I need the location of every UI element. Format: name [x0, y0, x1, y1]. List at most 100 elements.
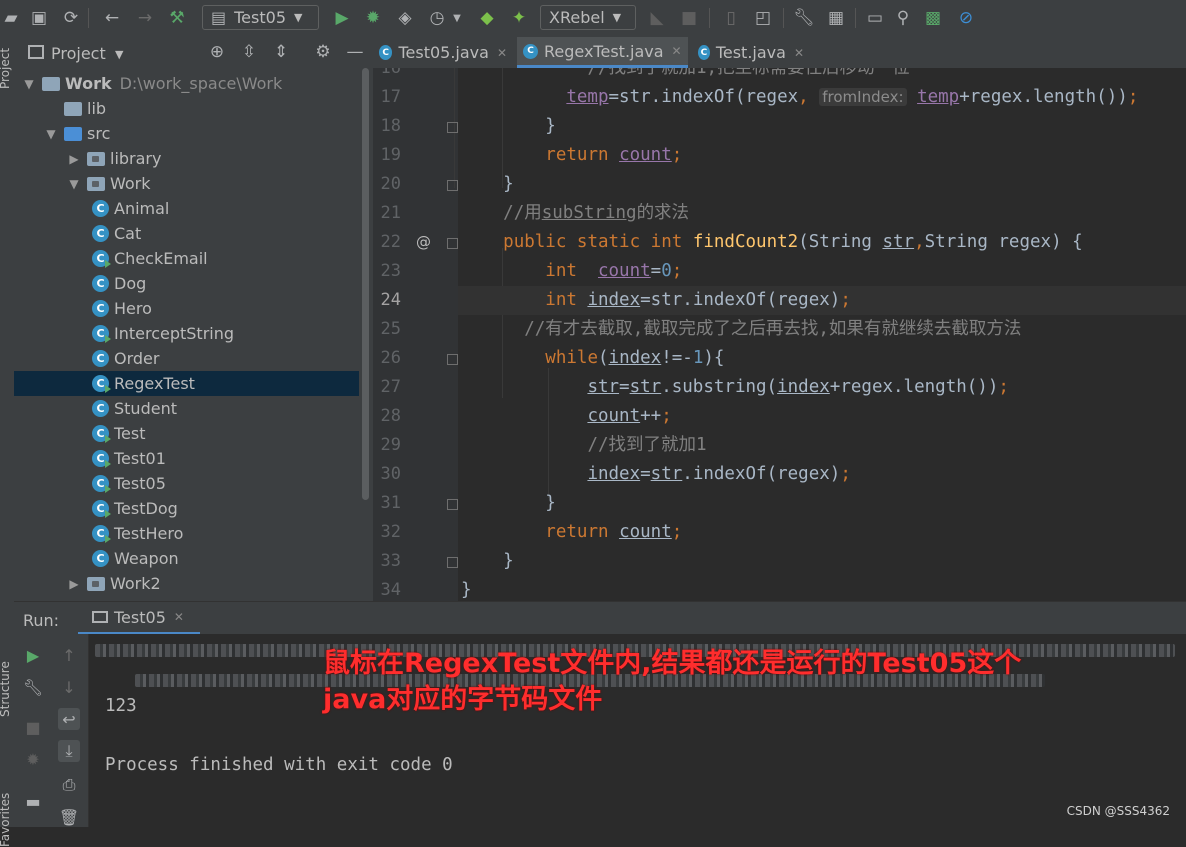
tree-root[interactable]: ▼ Work D:\work_space\Work	[14, 71, 367, 96]
code-line[interactable]: }	[461, 170, 514, 199]
jrebel-debug-icon[interactable]: ✦	[508, 7, 530, 29]
down-icon[interactable]: ↓	[58, 676, 80, 698]
locate-icon[interactable]: ⊕	[206, 41, 228, 63]
code-line[interactable]: //找到了就加1	[461, 431, 706, 460]
tree-item-testdog[interactable]: C TestDog	[14, 496, 359, 521]
tree-item-order[interactable]: C Order	[14, 346, 359, 371]
fold-marker-icon[interactable]	[447, 557, 458, 568]
project-tool-tab[interactable]: Project	[0, 48, 12, 89]
minimize-icon[interactable]: —	[344, 41, 366, 63]
chevron-right-icon[interactable]: ▶	[67, 152, 81, 166]
structure-tool-tab[interactable]: Structure	[0, 661, 12, 717]
xrebel-select[interactable]: XRebel ▼	[540, 5, 636, 30]
coverage-icon[interactable]: ◈	[394, 7, 416, 29]
chevron-down-icon[interactable]: ▼	[67, 177, 81, 191]
soft-wrap-icon[interactable]: ↩	[58, 708, 80, 730]
tree-item-src[interactable]: ▼ src	[14, 121, 359, 146]
fold-marker-icon[interactable]	[447, 122, 458, 133]
expand-all-icon[interactable]: ⇳	[238, 41, 260, 63]
hammer-disabled-icon[interactable]: ◣	[646, 7, 668, 29]
stop-icon[interactable]: ■	[22, 716, 44, 738]
close-icon[interactable]: ✕	[672, 44, 682, 58]
code-line[interactable]: return count;	[461, 141, 682, 170]
code-line[interactable]: //找到了就加1,把坐标需要往后移动一位	[461, 68, 909, 83]
code-line[interactable]: }	[461, 112, 556, 141]
tree-item-lib[interactable]: lib	[14, 96, 359, 121]
terminal-icon[interactable]: ▭	[864, 7, 886, 29]
code-line[interactable]: index=str.indexOf(regex);	[461, 460, 850, 489]
search-icon[interactable]: ⚲	[892, 7, 914, 29]
rerun-icon[interactable]: ▶	[22, 644, 44, 666]
tab-test05[interactable]: C Test05.java ✕	[373, 37, 513, 68]
tree-item-work[interactable]: ▼ Work	[14, 171, 359, 196]
folder-open-icon[interactable]: ▰	[0, 7, 22, 29]
tree-item-interceptstring[interactable]: C InterceptString	[14, 321, 359, 346]
trash-icon[interactable]: 🗑︎	[58, 806, 80, 828]
code-line[interactable]: count++;	[461, 402, 671, 431]
code-line[interactable]: str=str.substring(index+regex.length());	[461, 373, 1008, 402]
fold-marker-icon[interactable]	[447, 180, 458, 191]
tree-item-hero[interactable]: C Hero	[14, 296, 359, 321]
back-icon[interactable]: ←	[101, 7, 123, 29]
chevron-down-icon[interactable]: ▼	[44, 127, 58, 141]
run-icon[interactable]: ▶	[331, 7, 353, 29]
chevron-down-icon[interactable]: ▼	[115, 48, 123, 61]
sync-icon[interactable]: ⟳	[60, 7, 82, 29]
code-line[interactable]: }	[461, 489, 556, 518]
tree-item-checkemail[interactable]: C CheckEmail	[14, 246, 359, 271]
tree-item-dog[interactable]: C Dog	[14, 271, 359, 296]
gear-icon[interactable]: ⚙	[312, 41, 334, 63]
tree-item-work2[interactable]: ▶ Work2	[14, 571, 359, 596]
tree-item-animal[interactable]: C Animal	[14, 196, 359, 221]
profile-dropdown-icon[interactable]: ▼	[450, 7, 464, 29]
tree-item-regextest[interactable]: C RegexTest	[14, 371, 359, 396]
code-line[interactable]: int index=str.indexOf(regex);	[461, 286, 851, 315]
fold-marker-icon[interactable]	[447, 238, 458, 249]
forward-icon[interactable]: →	[134, 7, 156, 29]
code-editor[interactable]: 16 //找到了就加1,把坐标需要往后移动一位 17 temp=str.index…	[373, 68, 1186, 601]
annotation-marker-icon[interactable]: @	[416, 233, 431, 251]
monitor-icon[interactable]: ▩	[922, 7, 944, 29]
close-icon[interactable]: ✕	[497, 46, 507, 60]
fold-marker-icon[interactable]	[447, 499, 458, 510]
scroll-to-end-icon[interactable]: ⤓	[58, 740, 80, 762]
chevron-right-icon[interactable]: ▶	[67, 577, 81, 591]
tree-item-student[interactable]: C Student	[14, 396, 359, 421]
tree-item-cat[interactable]: C Cat	[14, 221, 359, 246]
wrench-icon[interactable]: 🔧︎	[22, 676, 44, 698]
scrollbar-thumb[interactable]	[362, 68, 369, 500]
tree-item-testhero[interactable]: C TestHero	[14, 521, 359, 546]
chevron-down-icon[interactable]: ▼	[22, 77, 36, 91]
debug-icon[interactable]: ✹	[362, 7, 384, 29]
project-structure-icon[interactable]: ▦	[825, 7, 847, 29]
tree-item-library[interactable]: ▶ library	[14, 146, 359, 171]
device-icon[interactable]: ▯	[720, 7, 742, 29]
code-line[interactable]: int count=0;	[461, 257, 682, 286]
wrench-icon[interactable]: 🔧︎	[793, 7, 815, 29]
tree-item-test[interactable]: C Test	[14, 421, 359, 446]
code-line[interactable]: }	[461, 547, 514, 576]
project-panel-title[interactable]: Project	[51, 44, 106, 63]
close-icon[interactable]: ✕	[794, 46, 804, 60]
code-line[interactable]: //用subString的求法	[461, 199, 689, 228]
layout-icon[interactable]: ▬	[22, 790, 44, 812]
jrebel-run-icon[interactable]: ◆	[476, 7, 498, 29]
sdk-icon[interactable]: ◰	[752, 7, 774, 29]
save-icon[interactable]: ▣	[28, 7, 50, 29]
up-icon[interactable]: ↑	[58, 644, 80, 666]
tab-regextest[interactable]: C RegexTest.java ✕	[517, 37, 688, 68]
no-icon[interactable]: ⊘	[955, 7, 977, 29]
stop-icon[interactable]: ■	[678, 7, 700, 29]
code-line[interactable]: }	[461, 576, 472, 601]
print-icon[interactable]: ⎙	[58, 774, 80, 796]
build-icon[interactable]: ⚒	[166, 7, 188, 29]
bug-icon[interactable]: ✹	[22, 748, 44, 770]
code-line[interactable]: return count;	[461, 518, 682, 547]
close-icon[interactable]: ✕	[174, 610, 184, 624]
tree-item-test05[interactable]: C Test05	[14, 471, 359, 496]
code-line[interactable]: //有才去截取,截取完成了之后再去找,如果有就继续去截取方法	[461, 315, 1021, 344]
tab-test[interactable]: C Test.java ✕	[692, 37, 810, 68]
tree-item-weapon[interactable]: C Weapon	[14, 546, 359, 571]
favorites-tool-tab[interactable]: Favorites	[0, 793, 12, 847]
code-line[interactable]: temp=str.indexOf(regex, fromIndex: temp+…	[461, 83, 1138, 112]
